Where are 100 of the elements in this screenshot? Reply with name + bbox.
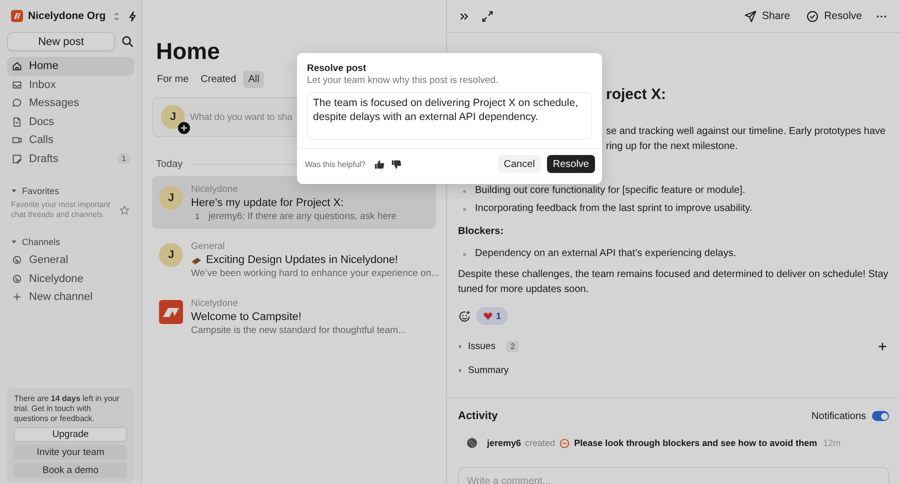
thumbs-down-icon[interactable] [390,158,402,170]
avatar: J [161,105,185,129]
body-text: se and tracking well against our timeline. Early prototypes have [606,125,886,139]
body-text: ring up for the next milestone. [606,140,738,154]
send-icon [744,10,758,22]
channel-label: Nicelydone [29,272,84,285]
reaction-pill[interactable]: 1 [476,307,508,325]
confirm-resolve-button[interactable]: Resolve [546,155,595,173]
count-badge: 2 [506,340,519,352]
trial-button[interactable]: Book a demo [14,463,127,478]
modal-backdrop[interactable] [0,0,900,484]
nav-item[interactable]: Inbox [7,76,134,94]
post-title: Exciting Design Updates in Nicelydone! [206,254,398,266]
post-channel: Nicelydone [191,184,239,195]
avatar: J [159,243,183,267]
lightning-icon[interactable] [126,10,138,22]
star-icon[interactable] [119,204,130,216]
post-preview: Campsite is the new standard for thoughtful team... [191,325,406,336]
nav-label: Messages [29,97,80,110]
post-item[interactable]: Nicelydone Welcome to Campsite! Campsite is the new standard for thoughtful team... [152,290,436,343]
helpful-label: Was this helpful? [305,160,366,168]
post-title: Welcome to Campsite! [191,311,302,323]
post-title: roject X: [606,85,666,105]
nav-item[interactable]: Drafts 1 [7,150,134,168]
bullet-item: Dependency on an external API that’s experiencing delays. [463,245,736,263]
post-item[interactable]: J Nicelydone Here’s my update for Project X: 1 jeremy6: If there are any questions, ask here [152,176,436,229]
group-heading: Today [156,159,183,170]
nav-label: Drafts [29,152,58,165]
document-icon [11,116,23,128]
filter-tab[interactable]: For me [152,71,194,88]
post-preview: jeremy6: If there are any questions, ask here [208,211,396,222]
disclosure-triangle-icon[interactable] [11,239,17,245]
cancel-button[interactable]: Cancel [498,155,541,173]
search-icon[interactable] [121,35,134,48]
reason-field[interactable]: The team is focused on delivering Project X on schedule, despite delays with an external API dependency. [307,92,592,140]
post-title: Here’s my update for Project X: [191,197,344,209]
body-text: Despite these challenges, the team remains focused and determined to deliver on schedule! Stay tuned for more updates soon. [458,268,889,297]
channel-item[interactable]: Nicelydone [7,270,134,288]
collapsible-section[interactable]: Summary [458,359,889,381]
dialog-title: Resolve post [307,63,368,74]
trial-message: There are 14 days left in your trial. Get in touch with questions or feedback. [14,394,120,424]
collapsible-section[interactable]: Issues 2 [458,335,889,357]
activity-heading: Activity [458,410,498,422]
nav-label: Inbox [29,78,56,91]
user-avatar [467,438,477,448]
nav-item[interactable]: Messages [7,94,134,112]
filter-tab[interactable]: All [243,71,264,88]
bullet-item: Building out core functionality for [specific feature or module]. [463,182,746,200]
section-heading[interactable]: Channels [22,237,60,247]
activity-text[interactable]: Please look through blockers and see how to avoid them [574,438,818,448]
comment-field[interactable]: Write a comment... [458,467,889,484]
nav-item[interactable]: Home [7,57,134,76]
chat-bubble-icon [11,97,23,110]
org-name[interactable]: Nicelydone Org [28,10,106,22]
activity-time: 12m [823,438,841,448]
share-button[interactable]: Share [741,10,794,22]
blockers-heading: Blockers: [458,225,505,239]
channel-icon [11,254,23,266]
new-post-button[interactable]: New post [7,32,115,51]
new-channel-label: New channel [29,291,93,304]
resolve-button[interactable]: Resolve [803,10,865,22]
nav-label: Calls [29,134,54,146]
nav-label: Docs [29,116,54,128]
inbox-icon [11,78,23,91]
post-channel: General [191,241,226,252]
trial-button[interactable]: Upgrade [14,427,127,442]
org-logo-icon [11,10,23,22]
filter-tab[interactable]: Created [196,71,242,88]
disclosure-triangle-icon[interactable] [11,188,17,194]
section-label: Issues [468,340,496,352]
heart-icon [483,311,493,321]
plus-icon [11,291,23,304]
dialog-subtitle: Let your team know why this post is resolved. [307,75,500,87]
thumbs-up-icon[interactable] [374,158,385,170]
home-icon [11,60,23,72]
check-circle-icon [806,10,820,22]
bullet-item: Incorporating feedback from the last sprint to improve usability. [463,200,752,218]
section-label: Summary [468,364,509,376]
count-badge: 1 [118,153,130,164]
nav-item[interactable]: Docs [7,112,134,131]
new-channel-item[interactable]: New channel [7,288,134,306]
trial-button[interactable]: Invite your team [14,445,127,460]
nav-item[interactable]: Calls [7,131,134,150]
composer-placeholder: What do you want to sha [190,112,292,122]
post-channel: Nicelydone [191,298,239,309]
avatar: J [159,186,183,210]
minus-circle-icon [559,438,570,448]
add-reaction-icon[interactable] [458,310,471,322]
page-title: Home [156,37,221,65]
section-heading[interactable]: Favorites [22,186,60,196]
notifications-label: Notifications [812,410,866,422]
channel-icon [11,272,23,285]
activity-user[interactable]: jeremy6 [487,438,522,448]
channel-label: General [29,254,68,266]
activity-action: created [525,438,556,448]
notifications-toggle[interactable] [872,411,889,421]
channel-item[interactable]: General [7,251,134,270]
nav-label: Home [29,60,58,72]
add-icon [178,122,190,134]
expand-icon[interactable] [481,10,494,22]
